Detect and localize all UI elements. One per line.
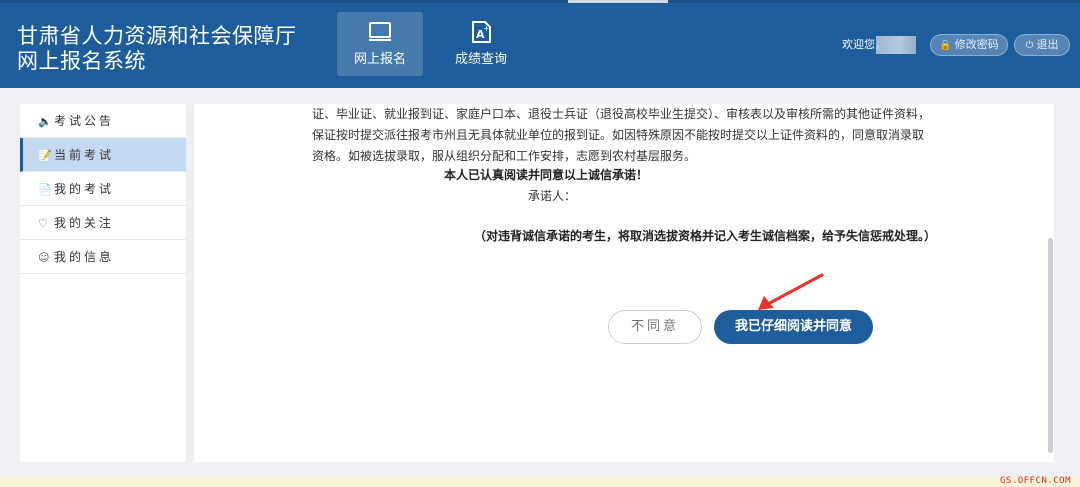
sidebar-item-label: 我的考试 [54, 182, 115, 196]
sidebar-item-exam-announcements[interactable]: 🔈 考试公告 [20, 104, 186, 138]
disagree-button[interactable]: 不同意 [608, 310, 702, 344]
bottom-strip [0, 477, 1080, 487]
main-panel: 证、毕业证、就业报到证、家庭户口本、退役士兵证（退役高校毕业生提交）、审核表以及… [194, 104, 1054, 462]
heart-icon: ♡ [38, 217, 48, 230]
speaker-icon: 🔈 [38, 115, 52, 128]
sidebar: 🔈 考试公告 📝 当前考试 📄 我的考试 ♡ 我的关注 ☺ 我的信息 [20, 104, 186, 462]
sidebar-item-my-exams[interactable]: 📄 我的考试 [20, 172, 186, 206]
sidebar-item-my-info[interactable]: ☺ 我的信息 [20, 240, 186, 274]
sidebar-item-my-follows[interactable]: ♡ 我的关注 [20, 206, 186, 240]
sidebar-item-label: 当前考试 [54, 148, 115, 162]
logout-label: 退出 [1036, 38, 1059, 51]
watermark: GS.OFFCN.COM [1000, 476, 1072, 486]
pledge-commitment: 本人已认真阅读并同意以上诚信承诺！ [444, 168, 649, 182]
site-title: 甘肃省人力资源和社会保障厅网上报名系统 [17, 24, 297, 73]
id-card-icon: 📄 [38, 183, 52, 196]
scrollbar[interactable] [1048, 238, 1053, 453]
annotation-arrow-icon [758, 273, 824, 310]
username-mask [876, 36, 916, 54]
tab-online-registration-label: 网上报名 [353, 52, 406, 67]
lock-icon: 🔒 [939, 40, 952, 51]
sidebar-item-current-exams[interactable]: 📝 当前考试 [20, 138, 186, 172]
top-accent-mark [568, 0, 668, 3]
user-icon: ☺ [38, 251, 50, 264]
change-password-button[interactable]: 🔒 修改密码 [930, 34, 1008, 56]
tab-score-query-label: 成绩查询 [454, 52, 507, 67]
top-header: 甘肃省人力资源和社会保障厅网上报名系统 网上报名 A + 成绩查询 欢迎您， 🔒… [0, 0, 1080, 88]
tab-score-query[interactable]: A + 成绩查询 [438, 12, 524, 76]
exam-paper-icon: 📝 [38, 149, 52, 162]
pledge-signer: 承诺人： [528, 189, 577, 203]
monitor-icon [369, 22, 391, 41]
document-star-icon: A + [472, 21, 491, 43]
sidebar-item-label: 我的信息 [54, 250, 115, 264]
pledge-warning: （对违背诚信承诺的考生，将取消选拔资格并记入考生诚信档案，给予失信惩戒处理。） [474, 229, 937, 243]
sidebar-item-label: 我的关注 [54, 216, 115, 230]
power-icon: ⏻ [1025, 40, 1034, 51]
sidebar-item-label: 考试公告 [54, 114, 115, 128]
tab-online-registration[interactable]: 网上报名 [337, 12, 423, 76]
logout-button[interactable]: ⏻ 退出 [1014, 34, 1070, 56]
change-password-label: 修改密码 [954, 38, 999, 51]
svg-text:+: + [483, 24, 490, 33]
top-accent-line [0, 0, 1080, 3]
pledge-paragraph: 证、毕业证、就业报到证、家庭户口本、退役士兵证（退役高校毕业生提交）、审核表以及… [312, 107, 931, 163]
